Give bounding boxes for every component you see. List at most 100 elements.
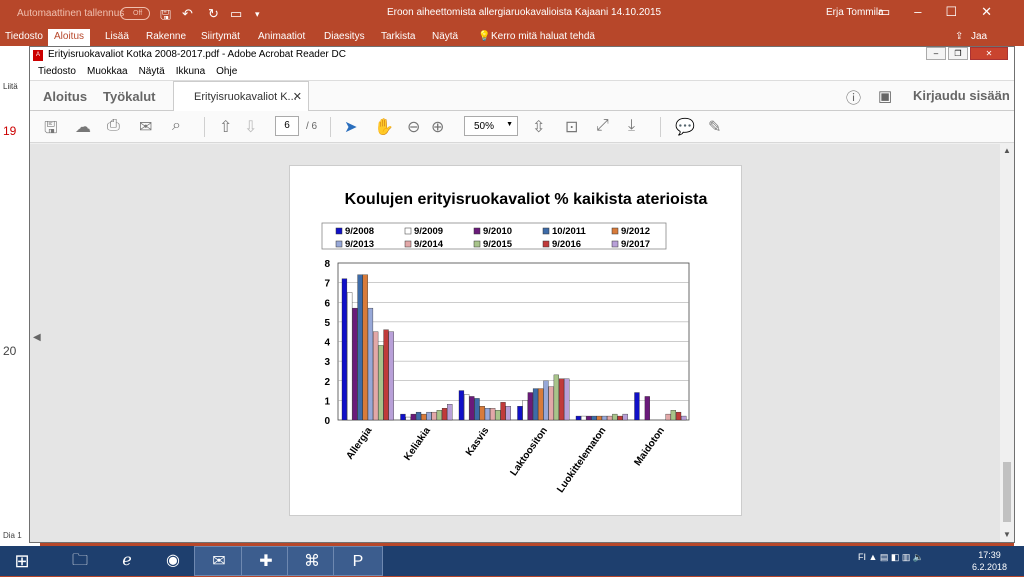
bar [436,410,442,421]
acrobat-taskbar-icon[interactable]: ⌘ [287,546,337,576]
save-icon[interactable]: 🖫 [44,117,58,144]
legend-swatch [404,227,412,235]
scroll-up-icon[interactable]: ▲ [1003,146,1011,155]
page-number-input[interactable]: 6 [275,116,299,136]
bar [601,415,608,421]
prev-page-icon[interactable]: ⇧ [219,117,232,137]
scroll-down-icon[interactable]: ▼ [1003,530,1011,539]
language-indicator[interactable]: FI [858,552,866,562]
bar [415,411,422,421]
y-tick-label: 1 [324,396,330,407]
tab-insert[interactable]: Lisää [105,31,129,42]
mobile-link-icon[interactable]: ▣ [878,87,892,105]
bar [484,408,491,421]
tab-review[interactable]: Tarkista [381,31,415,42]
highlight-pen-icon[interactable]: ✎ [708,117,721,137]
tab-design[interactable]: Rakenne [146,31,186,42]
bar [373,331,379,421]
user-name[interactable]: Erja Tommila [826,7,884,18]
tell-me-search[interactable]: Kerro mitä haluat tehdä [491,31,595,42]
legend-swatch [404,240,412,248]
minimize-button[interactable]: – [926,47,946,60]
bar [612,413,618,421]
menu-edit[interactable]: Muokkaa [87,66,128,80]
help-icon[interactable]: ⓘ [846,87,861,108]
internet-explorer-icon[interactable]: ℯ [102,546,152,576]
legend-label: 9/2010 [483,226,512,237]
share-button[interactable]: Jaa [971,31,987,42]
zoom-select[interactable]: 50% ▼ [464,116,518,136]
powerpoint-taskbar-icon[interactable]: P [333,546,383,576]
close-button[interactable]: ✕ [970,47,1008,60]
bar [378,345,384,421]
fit-page-icon[interactable]: ⊡ [565,117,578,137]
upload-icon[interactable]: ☁ [75,117,91,137]
tab-tools[interactable]: Työkalut [103,89,156,104]
zoom-out-icon[interactable]: ⊖ [407,117,420,137]
select-cursor-icon[interactable]: ➤ [344,117,357,137]
tab-transitions[interactable]: Siirtymät [201,31,240,42]
bar [522,400,528,421]
bar [675,411,682,421]
menu-window[interactable]: Ikkuna [176,66,205,80]
x-tick-label: Maidoton [632,425,666,468]
document-viewer-icon[interactable]: ✚ [241,546,291,576]
download-icon[interactable]: ⤓ [628,117,635,135]
tab-slideshow[interactable]: Diaesitys [324,31,365,42]
menu-file[interactable]: Tiedosto [38,66,76,80]
restore-button[interactable]: ❐ [948,47,968,60]
redo-icon[interactable]: ↻ [208,6,219,22]
powerpoint-right-edge [1014,46,1024,546]
bar [410,413,416,421]
autosave-toggle[interactable]: Off [120,7,150,20]
legend-swatch [473,240,481,248]
explorer-icon[interactable]: 🗀 [55,546,105,576]
tray-icons[interactable]: ▲ ▤ ◧ ▥ 🔈 [869,552,925,562]
bar [479,406,485,421]
slide-number[interactable]: 20 [3,344,16,358]
paste-label[interactable]: Liitä [3,82,18,91]
scrollbar-thumb[interactable] [1003,462,1011,522]
system-tray[interactable]: FI ▲ ▤ ◧ ▥ 🔈 [858,552,924,563]
bar [500,402,506,421]
scroll-mode-icon[interactable]: ⇳ [532,117,545,137]
tab-view[interactable]: Näytä [432,31,458,42]
vertical-scrollbar[interactable]: ▲ ▼ [1000,144,1014,542]
bar [538,388,544,421]
comment-icon[interactable]: 💬 [675,117,695,137]
menu-view[interactable]: Näytä [139,66,165,80]
tab-home[interactable]: Aloitus [43,89,87,104]
document-tab[interactable]: Erityisruokavaliot K... ✕ [173,81,309,111]
close-tab-icon[interactable]: ✕ [293,90,302,103]
slide-number[interactable]: 19 [3,124,16,138]
save-icon[interactable]: 🖫 [160,6,171,28]
tab-file[interactable]: Tiedosto [5,31,43,42]
search-icon[interactable]: ⌕ [172,117,181,135]
y-tick-label: 7 [324,279,330,290]
outlook-icon[interactable]: ✉ [194,546,244,576]
bar [581,415,587,421]
share-icon[interactable]: ⇪ [955,31,963,42]
hand-tool-icon[interactable]: ✋ [374,117,394,137]
slideshow-icon[interactable]: ▭ [230,6,242,22]
next-page-icon[interactable]: ⇩ [244,117,257,137]
customize-qat-icon[interactable]: ▾ [255,9,260,20]
sign-in-link[interactable]: Kirjaudu sisään [913,88,1010,103]
full-screen-icon[interactable]: ⤢ [596,117,609,135]
left-panel-toggle-icon[interactable]: ◀ [33,332,41,343]
powerpoint-window-controls[interactable]: ▭–☐✕ [878,4,1016,20]
firefox-icon[interactable]: ◉ [148,546,198,576]
zoom-in-icon[interactable]: ⊕ [431,117,444,137]
bar [495,410,501,421]
tab-home[interactable]: Aloitus [48,29,91,46]
bar [421,413,427,421]
start-button[interactable]: ⊞ [2,546,42,576]
acrobat-titlebar: A Erityisruokavaliot Kotka 2008-2017.pdf… [30,47,1014,64]
print-icon[interactable]: ⎙ [107,117,120,135]
clock[interactable]: 17:39 6.2.2018 [972,549,1007,573]
tab-animations[interactable]: Animaatiot [258,31,305,42]
undo-icon[interactable]: ↶ [182,6,193,22]
bar [362,274,368,421]
menu-help[interactable]: Ohje [216,66,237,80]
email-icon[interactable]: ✉ [139,117,152,137]
